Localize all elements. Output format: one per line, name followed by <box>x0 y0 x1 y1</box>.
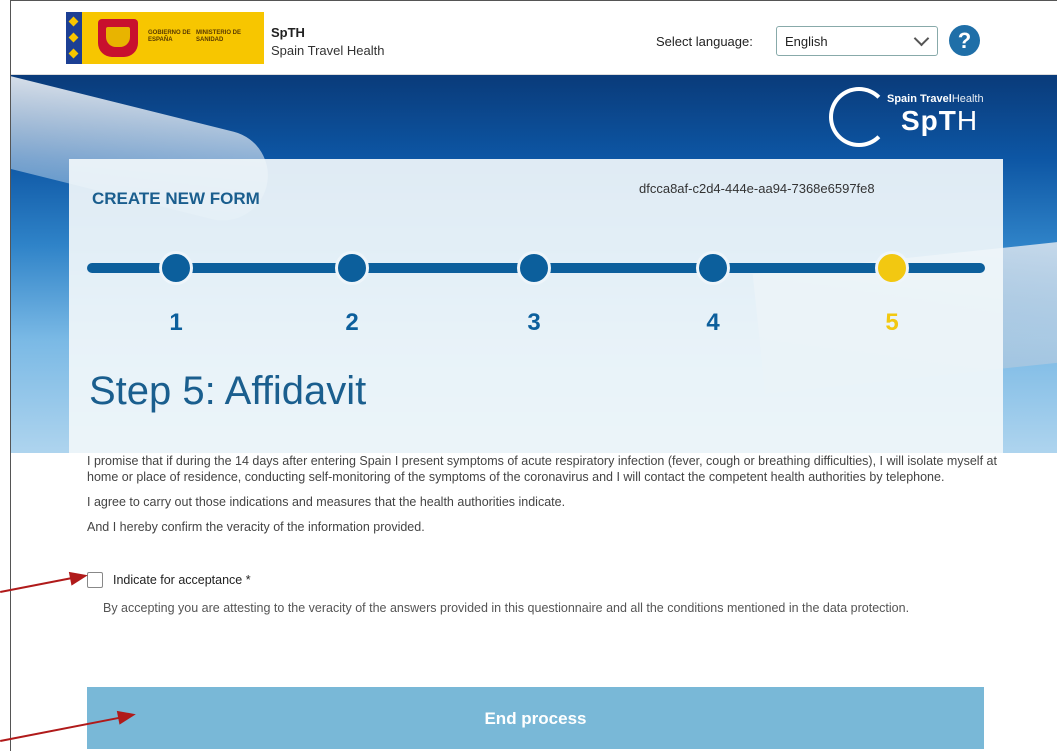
form-card: CREATE NEW FORM dfcca8af-c2d4-444e-aa94-… <box>69 159 1003 453</box>
step-number-2: 2 <box>345 309 359 336</box>
chevron-down-icon <box>913 30 930 47</box>
acceptance-description: By accepting you are attesting to the ve… <box>103 601 910 615</box>
app-abbreviation: SpTH <box>271 25 305 40</box>
acceptance-label[interactable]: Indicate for acceptance * <box>113 573 251 587</box>
step-dot-4 <box>696 251 730 285</box>
end-process-button[interactable]: End process <box>87 687 984 749</box>
affidavit-paragraph-2: I agree to carry out those indications a… <box>87 495 566 509</box>
affidavit-paragraph-3: And I hereby confirm the veracity of the… <box>87 520 425 534</box>
step-dot-5 <box>875 251 909 285</box>
form-id: dfcca8af-c2d4-444e-aa94-7368e6597fe8 <box>639 181 875 196</box>
step-dot-3 <box>517 251 551 285</box>
eu-flag-icon <box>66 12 82 64</box>
step-title: Step 5: Affidavit <box>89 369 367 413</box>
affidavit-text: I promise that if during the 14 days aft… <box>87 453 997 544</box>
step-number-3: 3 <box>527 309 541 336</box>
ministry-text: MINISTERIO DE SANIDAD <box>196 30 242 43</box>
app-name: Spain Travel Health <box>271 43 385 58</box>
language-label: Select language: <box>656 34 753 49</box>
gov-text: GOBIERNO DE ESPAÑA <box>148 30 191 43</box>
top-header: GOBIERNO DE ESPAÑA MINISTERIO DE SANIDAD… <box>11 1 1057 75</box>
language-value: English <box>785 34 828 49</box>
app-frame: GOBIERNO DE ESPAÑA MINISTERIO DE SANIDAD… <box>10 0 1057 751</box>
logo-text-h: H <box>956 105 979 136</box>
logo-text-spt: SpT <box>901 105 957 136</box>
step-number-1: 1 <box>169 309 183 336</box>
help-button[interactable]: ? <box>949 25 980 56</box>
government-logo: GOBIERNO DE ESPAÑA MINISTERIO DE SANIDAD <box>66 12 264 64</box>
language-select[interactable]: English <box>776 26 938 56</box>
acceptance-checkbox[interactable] <box>87 572 103 588</box>
logo-text-spain-travel: Spain Travel <box>887 93 952 105</box>
step-number-5: 5 <box>885 309 899 336</box>
step-progress-bar <box>87 251 985 285</box>
globe-icon <box>829 87 889 147</box>
step-number-4: 4 <box>706 309 720 336</box>
form-title: CREATE NEW FORM <box>92 189 260 208</box>
step-dot-1 <box>159 251 193 285</box>
coat-of-arms-icon <box>98 19 138 57</box>
step-dot-2 <box>335 251 369 285</box>
affidavit-paragraph-1: I promise that if during the 14 days aft… <box>87 454 997 484</box>
spth-logo: Spain TravelHealth SpTH <box>829 83 1009 155</box>
logo-text-health: Health <box>951 93 984 105</box>
